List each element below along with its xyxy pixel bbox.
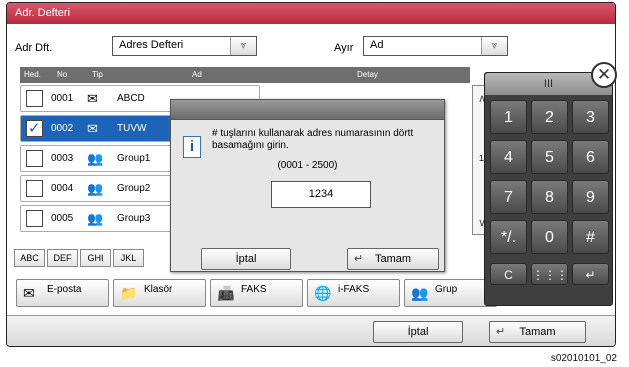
address-book-label: Adr Dft. [15,42,53,54]
bottom-bar: İptal ↵ Tamam [7,315,615,346]
enter-icon[interactable]: ↵ [572,263,609,285]
key-1[interactable]: 1 [490,100,527,134]
key-4[interactable]: 4 [490,140,527,174]
numeric-keypad: III 1 2 3 4 5 6 7 8 9 */. 0 # C ⋮⋮⋮ ↵ [484,72,613,306]
table-header: Hed. No Tip Ad Detay [20,67,470,83]
dest-label: FAKS [241,284,267,295]
alpha-tab[interactable]: JKL [113,249,144,267]
address-book-select[interactable]: Adres Defteri ⩔ [112,36,257,56]
row-name: Group1 [117,153,151,164]
col-type: Tip [92,70,103,79]
dialog-ok-label: Tamam [374,253,412,265]
faks-button[interactable]: 📠 FAKS [210,279,303,307]
row-name: TUVW [117,123,147,134]
footer-cancel-label: İptal [407,326,429,338]
row-number: 0001 [51,93,74,104]
e-posta-button[interactable]: ✉ E-posta [16,279,109,307]
group-icon: 👥 [87,181,104,196]
dialog-ok-button[interactable]: ↵ Tamam [347,248,439,270]
row-number: 0004 [51,183,74,194]
number-entry-dialog: i # tuşlarını kullanarak adres numarasın… [170,99,445,272]
address-book-value: Adres Defteri [119,39,184,51]
footer-ok-button[interactable]: ↵ Tamam [489,321,586,343]
key-6[interactable]: 6 [572,140,609,174]
row-number: 0002 [51,123,74,134]
checkmark-icon: ✓ [28,120,41,137]
col-detail: Detay [357,70,378,79]
envelope-icon: ✉ [87,121,98,136]
clear-key[interactable]: C [490,263,527,285]
row-checkbox[interactable]: ✓ [26,120,43,137]
dest-label: Klasör [144,284,173,295]
enter-icon: ↵ [496,326,506,338]
grid-icon[interactable]: ⋮⋮⋮ [531,263,568,285]
chevron-down-icon: ⩔ [481,37,507,55]
footer-cancel-button[interactable]: İptal [373,321,463,343]
klas-r-button[interactable]: 📁 Klasör [113,279,206,307]
i-faks-button[interactable]: 🌐 i-FAKS [307,279,400,307]
key-8[interactable]: 8 [531,180,568,214]
dialog-range: (0001 - 2500) [277,160,338,171]
footer-ok-label: Tamam [519,326,556,338]
row-checkbox[interactable] [26,150,43,167]
group-icon: 👥 [87,211,104,226]
star-key[interactable]: */. [490,220,527,254]
dialog-message: # tuşlarını kullanarak adres numarasının… [212,128,414,151]
keypad-close-icon[interactable]: ✕ [591,62,617,88]
enter-icon: ↵ [354,253,364,265]
row-number: 0003 [51,153,74,164]
dialog-header [171,100,444,120]
row-checkbox[interactable] [26,180,43,197]
figure-caption: s02010101_02 [550,353,617,364]
key-0[interactable]: 0 [531,220,568,254]
row-name: Group2 [117,183,151,194]
envelope-icon: ✉ [87,91,98,106]
email-icon: ✉ [23,285,35,301]
sort-select[interactable]: Ad ⩔ [363,36,508,56]
dialog-cancel-label: İptal [235,253,257,265]
col-select: Hed. [24,70,41,79]
key-7[interactable]: 7 [490,180,527,214]
sort-label: Ayır [334,42,354,54]
ifax-icon: 🌐 [314,285,332,301]
sort-value: Ad [370,39,384,51]
row-number: 0005 [51,213,74,224]
dest-label: Grup [435,284,458,295]
key-3[interactable]: 3 [572,100,609,134]
window-title: Adr. Defteri [7,3,615,24]
row-name: ABCD [117,93,145,104]
row-checkbox[interactable] [26,210,43,227]
alpha-tab[interactable]: ABC [14,249,45,267]
col-no: No [57,70,68,79]
alpha-tab[interactable]: GHI [80,249,111,267]
group-icon: 👥 [411,285,429,301]
info-icon: i [183,136,201,158]
hash-key[interactable]: # [572,220,609,254]
address-number-input[interactable]: 1234 [271,181,371,208]
col-name: Ad [192,70,202,79]
key-2[interactable]: 2 [531,100,568,134]
dest-label: E-posta [47,284,82,295]
row-name: Group3 [117,213,151,224]
chevron-down-icon: ⩔ [230,37,256,55]
alpha-tab[interactable]: DEF [47,249,78,267]
key-9[interactable]: 9 [572,180,609,214]
group-icon: 👥 [87,151,104,166]
row-checkbox[interactable] [26,90,43,107]
dialog-cancel-button[interactable]: İptal [201,248,291,270]
key-5[interactable]: 5 [531,140,568,174]
dest-label: i-FAKS [338,284,370,295]
fax-icon: 📠 [217,285,235,301]
folder-icon: 📁 [120,285,138,301]
